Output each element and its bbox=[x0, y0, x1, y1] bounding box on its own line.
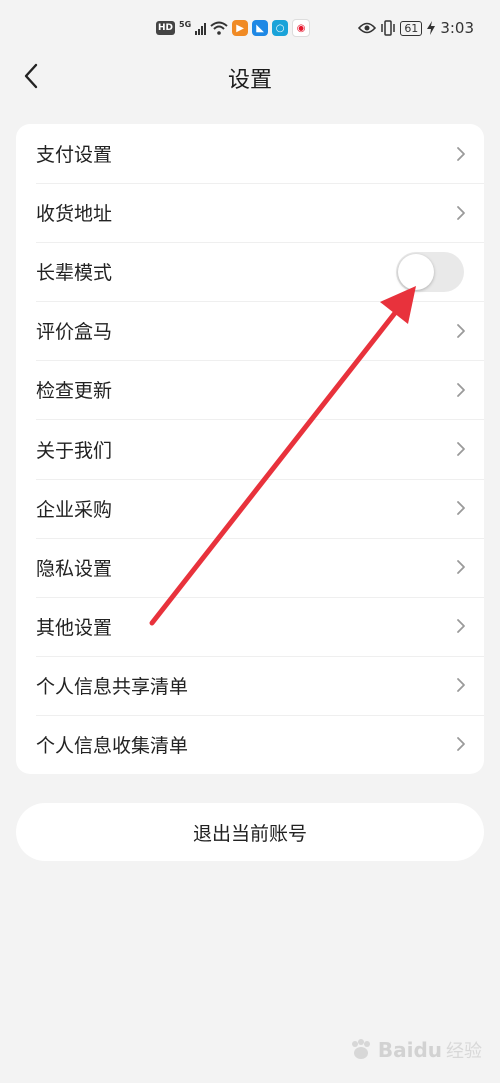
settings-item-label: 长辈模式 bbox=[36, 262, 113, 285]
settings-item-label: 其他设置 bbox=[36, 616, 113, 639]
app-video-icon: ▶ bbox=[232, 20, 249, 36]
settings-item-info-collection[interactable]: 个人信息收集清单 bbox=[16, 714, 484, 774]
chevron-right-icon bbox=[457, 323, 465, 338]
app-direct-icon: ◣ bbox=[252, 20, 269, 36]
watermark-logo: Baidu 经验 bbox=[348, 1037, 482, 1063]
paw-icon bbox=[351, 1039, 370, 1059]
chevron-right-icon bbox=[457, 205, 465, 220]
eye-icon bbox=[358, 22, 377, 34]
battery-icon: 61 bbox=[400, 20, 423, 36]
chevron-right-icon bbox=[457, 383, 465, 397]
settings-item-rate[interactable]: 评价盒马 bbox=[16, 301, 484, 360]
signal-icon bbox=[195, 22, 207, 35]
settings-item-elder-mode: 长辈模式 bbox=[16, 242, 484, 301]
status-icons-left: HD 5G ▶ ◣ ○ ◉ bbox=[156, 18, 311, 38]
logout-button[interactable]: 退出当前账号 bbox=[16, 803, 484, 861]
settings-item-label: 评价盒马 bbox=[36, 321, 113, 344]
settings-item-info-sharing[interactable]: 个人信息共享清单 bbox=[16, 655, 484, 715]
hd-icon: HD bbox=[156, 21, 176, 35]
settings-item-enterprise[interactable]: 企业采购 bbox=[16, 478, 484, 538]
chevron-right-icon bbox=[457, 678, 465, 693]
settings-item-label: 个人信息收集清单 bbox=[36, 734, 189, 757]
settings-item-label: 支付设置 bbox=[36, 144, 113, 167]
toggle-knob bbox=[398, 253, 434, 290]
settings-item-payment[interactable]: 支付设置 bbox=[16, 124, 484, 183]
header: 设置 bbox=[0, 56, 500, 96]
settings-item-label: 收货地址 bbox=[36, 203, 113, 226]
chevron-right-icon bbox=[457, 501, 465, 516]
watermark-brand: Baidu bbox=[377, 1038, 442, 1062]
settings-item-label: 检查更新 bbox=[36, 380, 113, 403]
settings-item-label: 企业采购 bbox=[36, 498, 113, 521]
settings-item-check-update[interactable]: 检查更新 bbox=[16, 360, 484, 419]
status-bar: HD 5G ▶ ◣ ○ ◉ 61 3:03 bbox=[0, 0, 500, 56]
app-weibo-icon: ◉ bbox=[292, 19, 311, 37]
chevron-right-icon bbox=[457, 737, 465, 752]
chevron-right-icon bbox=[457, 442, 465, 456]
elder-mode-toggle[interactable] bbox=[396, 251, 464, 292]
status-time: 3:03 bbox=[440, 19, 474, 37]
status-icons-right: 61 3:03 bbox=[358, 18, 474, 38]
settings-item-about[interactable]: 关于我们 bbox=[16, 419, 484, 478]
chevron-right-icon bbox=[457, 146, 465, 161]
settings-list: 支付设置 收货地址 长辈模式 评价盒马 检查更新 关于我们 企业采购 隐私设置 … bbox=[16, 124, 484, 774]
chevron-right-icon bbox=[457, 560, 465, 575]
settings-item-label: 关于我们 bbox=[36, 439, 113, 462]
settings-item-label: 隐私设置 bbox=[36, 557, 113, 580]
chevron-right-icon bbox=[457, 619, 465, 634]
settings-item-privacy[interactable]: 隐私设置 bbox=[16, 537, 484, 597]
wifi-icon bbox=[210, 21, 228, 35]
settings-item-label: 个人信息共享清单 bbox=[36, 675, 189, 698]
charging-icon bbox=[427, 21, 436, 35]
page-title: 设置 bbox=[227, 68, 272, 93]
watermark-sub: 经验 bbox=[446, 1041, 482, 1062]
network-type-label: 5G bbox=[179, 19, 192, 29]
settings-item-other[interactable]: 其他设置 bbox=[16, 596, 484, 656]
vibrate-icon bbox=[381, 20, 396, 36]
settings-item-address[interactable]: 收货地址 bbox=[16, 183, 484, 242]
app-search-icon: ○ bbox=[272, 20, 289, 36]
